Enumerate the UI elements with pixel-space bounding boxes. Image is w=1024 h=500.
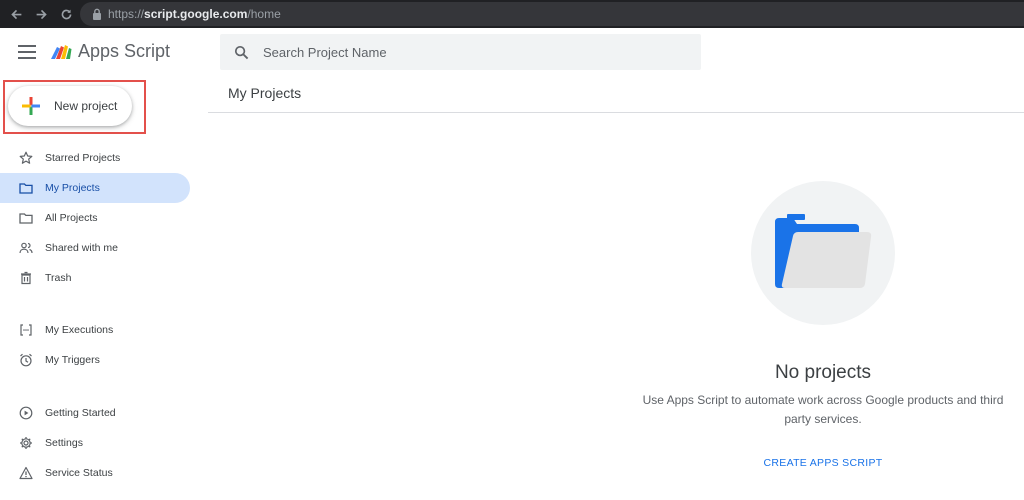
sidebar-item-trash[interactable]: Trash [0,263,190,293]
sidebar-item-label: All Projects [45,212,98,224]
reload-icon [61,9,71,19]
folder-icon [19,181,33,195]
warning-icon [19,466,33,480]
sidebar-item-label: Trash [45,272,72,284]
search-icon[interactable] [234,45,249,60]
sidebar-item-label: Shared with me [45,242,118,254]
executions-icon [19,323,33,337]
sidebar-item-my-projects[interactable]: My Projects [0,173,190,203]
sidebar-item-my-executions[interactable]: My Executions [0,315,190,345]
new-project-button[interactable]: New project [8,86,132,126]
sidebar-item-settings[interactable]: Settings [0,428,190,458]
new-project-label: New project [54,99,118,113]
hamburger-menu-icon[interactable] [16,42,38,62]
sidebar-item-label: My Projects [45,182,100,194]
apps-script-logo-icon [51,45,72,59]
empty-state-description: Use Apps Script to automate work across … [642,393,1004,426]
url-scheme: https:// [108,7,145,21]
arrow-left-icon [10,9,21,19]
people-icon [19,241,33,255]
sidebar-item-all-projects[interactable]: All Projects [0,203,190,233]
sidebar: Apps Script New project Starred Projects… [0,28,205,500]
create-apps-script-link[interactable]: CREATE APPS SCRIPT [723,457,923,469]
sidebar-item-label: Settings [45,437,83,449]
sidebar-item-my-triggers[interactable]: My Triggers [0,345,190,375]
sidebar-item-label: My Executions [45,324,114,336]
address-bar[interactable]: https://script.google.com/home [80,2,1024,26]
search-bar[interactable] [220,34,701,70]
folder-outline-icon [19,211,33,225]
sidebar-item-label: Starred Projects [45,152,121,164]
gear-icon [19,436,33,450]
page-title: My Projects [228,85,302,101]
empty-folder-icon [775,214,872,288]
sidebar-item-label: My Triggers [45,354,100,366]
trash-icon [19,271,33,285]
header-divider [208,112,1024,113]
browser-toolbar: https://script.google.com/home [0,0,1024,28]
sidebar-item-getting-started[interactable]: Getting Started [0,398,190,428]
play-circle-icon [19,406,33,420]
forward-button[interactable] [29,0,53,28]
alarm-icon [19,353,33,367]
sidebar-item-label: Getting Started [45,407,116,419]
back-button[interactable] [4,0,28,28]
plus-icon [22,97,40,115]
sidebar-item-service-status[interactable]: Service Status [0,458,190,488]
reload-button[interactable] [54,0,78,28]
app-title[interactable]: Apps Script [78,41,170,62]
sidebar-item-starred-projects[interactable]: Starred Projects [0,143,190,173]
sidebar-item-shared-with-me[interactable]: Shared with me [0,233,190,263]
lock-icon [93,8,101,20]
empty-state-title: No projects [774,362,872,383]
sidebar-item-label: Service Status [45,467,113,479]
url-path: /home [247,7,281,21]
search-input[interactable] [263,44,663,60]
url-host: script.google.com [144,7,248,21]
arrow-right-icon [36,9,47,19]
star-icon [19,151,33,165]
